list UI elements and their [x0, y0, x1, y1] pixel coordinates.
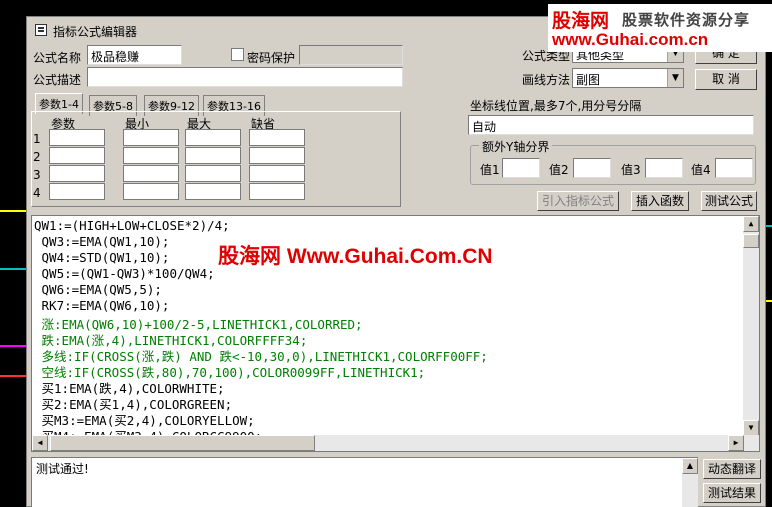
formula-name-input[interactable]: 极品稳赚 — [87, 45, 182, 65]
scroll-right-icon[interactable]: ▶ — [728, 435, 744, 451]
test-message: 测试通过! — [36, 462, 89, 476]
code-segment: QW6:=EMA(QW5,5); — [34, 282, 162, 297]
chevron-down-icon: ▼ — [667, 69, 683, 87]
import-formula-button[interactable]: 引入指标公式 — [537, 191, 619, 211]
watermark-site-name: 股海网 — [552, 10, 610, 32]
param-max-cell[interactable] — [185, 129, 241, 146]
axis-input[interactable]: 自动 — [468, 115, 754, 135]
param-max-cell[interactable] — [185, 165, 241, 182]
param-name-cell[interactable] — [49, 165, 105, 182]
chart-line — [0, 268, 26, 270]
code-line: QW1:=(HIGH+LOW+CLOSE*2)/4; — [34, 218, 230, 233]
param-row-number: 1 — [33, 132, 41, 146]
y-value-1-input[interactable] — [502, 158, 540, 178]
param-default-cell[interactable] — [249, 183, 305, 200]
insert-function-button[interactable]: 插入函数 — [631, 191, 689, 211]
formula-desc-label: 公式描述 — [33, 73, 82, 87]
y-axis-group-title: 额外Y轴分界 — [479, 138, 553, 155]
chart-line — [0, 210, 26, 212]
code-line: QW5:=(QW1-QW3)*100/QW4; — [34, 266, 215, 281]
param-min-cell[interactable] — [123, 183, 179, 200]
param-row-number: 3 — [33, 168, 41, 182]
param-name-cell[interactable] — [49, 147, 105, 164]
window-title: 指标公式编辑器 — [53, 25, 138, 39]
horizontal-scrollbar[interactable]: ◀ ▶ — [32, 435, 759, 451]
code-line: QW3:=EMA(QW1,10); — [34, 234, 170, 249]
chart-line — [766, 300, 772, 302]
cancel-button[interactable]: 取 消 — [695, 69, 757, 90]
test-message-box: 测试通过! — [31, 457, 698, 507]
password-label: 密码保护 — [247, 51, 296, 65]
code-segment: RK7:=EMA(QW6,10); — [34, 298, 170, 313]
scroll-left-icon[interactable]: ◀ — [32, 435, 48, 451]
y-value-4-label: 值4 — [691, 163, 711, 177]
scroll-up-icon[interactable]: ▲ — [682, 458, 698, 474]
password-input[interactable] — [299, 45, 403, 65]
y-value-1-label: 值1 — [480, 163, 500, 177]
password-checkbox[interactable] — [231, 48, 244, 61]
watermark-overlay-url: Www.Guhai.Com.CN — [286, 245, 493, 268]
param-min-cell[interactable] — [123, 165, 179, 182]
y-value-3-input[interactable] — [645, 158, 683, 178]
scroll-down-icon[interactable]: ▼ — [743, 420, 759, 436]
chart-line — [0, 375, 26, 377]
dynamic-translate-button[interactable]: 动态翻译 — [703, 459, 761, 479]
window-icon — [35, 24, 47, 36]
watermark-url: www.Guhai.com.cn — [552, 30, 709, 49]
code-line: QW4:=STD(QW1,10); — [34, 250, 170, 265]
watermark-banner: 股海网 股票软件资源分享 www.Guhai.com.cn — [548, 4, 772, 52]
param-min-cell[interactable] — [123, 129, 179, 146]
axis-label: 坐标线位置,最多7个,用分号分隔 — [470, 99, 642, 113]
chart-line — [766, 225, 772, 227]
watermark-slogan: 股票软件资源分享 — [622, 11, 751, 29]
message-scrollbar[interactable]: ▲ — [682, 458, 698, 507]
y-value-3-label: 值3 — [621, 163, 641, 177]
param-row-number: 4 — [33, 186, 41, 200]
watermark-overlay-cn: 股海网 — [218, 245, 281, 268]
param-max-cell[interactable] — [185, 183, 241, 200]
draw-method-select[interactable]: 副图 ▼ — [572, 68, 684, 88]
test-formula-button[interactable]: 测试公式 — [701, 191, 757, 211]
param-name-cell[interactable] — [49, 183, 105, 200]
code-line: RK7:=EMA(QW6,10); — [34, 298, 170, 313]
code-segment: QW4:=STD(QW1,10); — [34, 250, 170, 265]
param-default-cell[interactable] — [249, 147, 305, 164]
chart-line — [0, 345, 26, 347]
param-name-cell[interactable] — [49, 129, 105, 146]
y-value-4-input[interactable] — [715, 158, 753, 178]
param-max-cell[interactable] — [185, 147, 241, 164]
formula-name-label: 公式名称 — [33, 51, 82, 65]
param-default-cell[interactable] — [249, 129, 305, 146]
horizontal-scroll-thumb[interactable] — [50, 435, 315, 451]
test-result-button[interactable]: 测试结果 — [703, 483, 761, 503]
vertical-scrollbar[interactable]: ▲ ▼ — [743, 216, 759, 436]
code-segment: QW3:=EMA(QW1,10); — [34, 234, 170, 249]
code-segment: QW1:=(HIGH+LOW+CLOSE*2)/4; — [34, 218, 230, 233]
draw-method-value: 副图 — [576, 73, 601, 87]
vertical-scroll-thumb[interactable] — [743, 234, 759, 248]
code-segment: QW5:=(QW1-QW3)*100/QW4; — [34, 266, 215, 281]
y-value-2-input[interactable] — [573, 158, 611, 178]
formula-desc-input[interactable] — [87, 67, 403, 87]
scroll-up-icon[interactable]: ▲ — [743, 216, 759, 232]
watermark-overlay: 股海网 Www.Guhai.Com.CN — [218, 240, 493, 270]
y-value-2-label: 值2 — [549, 163, 569, 177]
draw-method-label: 画线方法 — [522, 73, 571, 87]
param-default-cell[interactable] — [249, 165, 305, 182]
param-row-number: 2 — [33, 150, 41, 164]
code-line: QW6:=EMA(QW5,5); — [34, 282, 162, 297]
param-min-cell[interactable] — [123, 147, 179, 164]
